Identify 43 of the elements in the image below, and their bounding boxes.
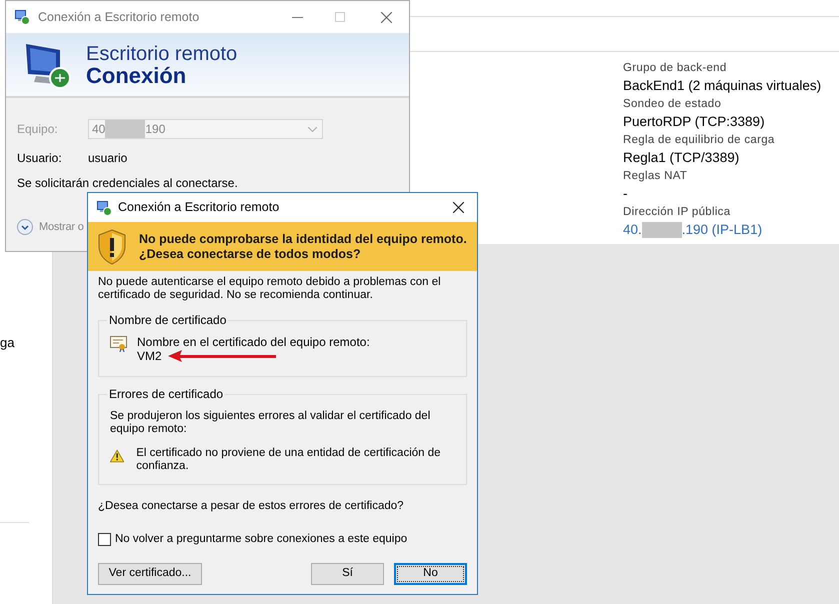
warning-message: No puede autenticarse el equipo remoto debido a problemas con el certificado de seguridad. No se recomienda continuar. — [98, 276, 442, 302]
app-icon — [96, 200, 112, 216]
dialog-button[interactable]: Ver certificado... — [98, 562, 202, 584]
confirm-question: ¿Desea conectarse a pesar de estos errores de certificado? — [98, 499, 405, 514]
maximize-icon — [335, 12, 345, 22]
detail-value: Regla1 (TCP/3389) — [623, 149, 740, 167]
detail-value: BackEnd1 (2 máquinas virtuales) — [623, 77, 822, 95]
dropdown-icon — [308, 126, 317, 132]
close-icon — [452, 202, 464, 213]
detail-label: Grupo de back-end — [623, 61, 728, 76]
certificate-name-label: Nombre en el certificado del equipo remoto: — [137, 335, 370, 349]
warning-title: No puede comprobarse la identidad del equipo remoto. — [139, 232, 467, 246]
warning-icon — [110, 449, 124, 463]
computer-label: Equipo: — [17, 121, 59, 138]
detail-label: Dirección IP pública — [623, 205, 732, 220]
close-icon — [380, 12, 392, 22]
detail-value: - — [623, 185, 628, 203]
certificate-error: El certificado no proviene de una entidad de certificación de confianza. — [136, 447, 442, 473]
shield-warning-icon — [97, 228, 127, 264]
sidebar-fragment: ga — [0, 334, 14, 352]
dialog-button[interactable]: No — [394, 562, 467, 584]
app-icon — [14, 9, 30, 25]
detail-label: Regla de equilibrio de carga — [623, 133, 776, 148]
detail-value: PuertoRDP (TCP:3389) — [623, 113, 766, 131]
detail-label: Reglas NAT — [623, 169, 688, 184]
heading-title: Conexión — [86, 64, 188, 86]
dialog-title: Conexión a Escritorio remoto — [118, 199, 280, 216]
expand-icon — [17, 219, 33, 236]
user-value: usuario — [88, 150, 128, 167]
credentials-note: Se solicitarán credenciales al conectarse. — [17, 175, 239, 192]
warning-question: ¿Desea conectarse de todos modos? — [139, 246, 362, 262]
heading-subtitle: Escritorio remoto — [86, 42, 238, 64]
user-label: Usuario: — [17, 150, 63, 167]
window-title: Conexión a Escritorio remoto — [38, 8, 200, 26]
errors-intro: Se produjeron los siguientes errores al validar el certificado del equipo remoto: — [110, 410, 432, 436]
certificate-icon — [110, 336, 127, 352]
dont-ask-checkbox[interactable] — [98, 533, 111, 546]
detail-label: Sondeo de estado — [623, 97, 722, 112]
dialog-button[interactable]: Sí — [311, 562, 384, 584]
dont-ask-label: No volver a preguntarme sobre conexiones a este equipo — [115, 532, 408, 548]
certificate-name-value: VM2 — [137, 349, 162, 363]
minimize-icon — [292, 16, 302, 18]
ip-address-link[interactable]: 40. .190 (IP-LB1) — [623, 221, 822, 239]
